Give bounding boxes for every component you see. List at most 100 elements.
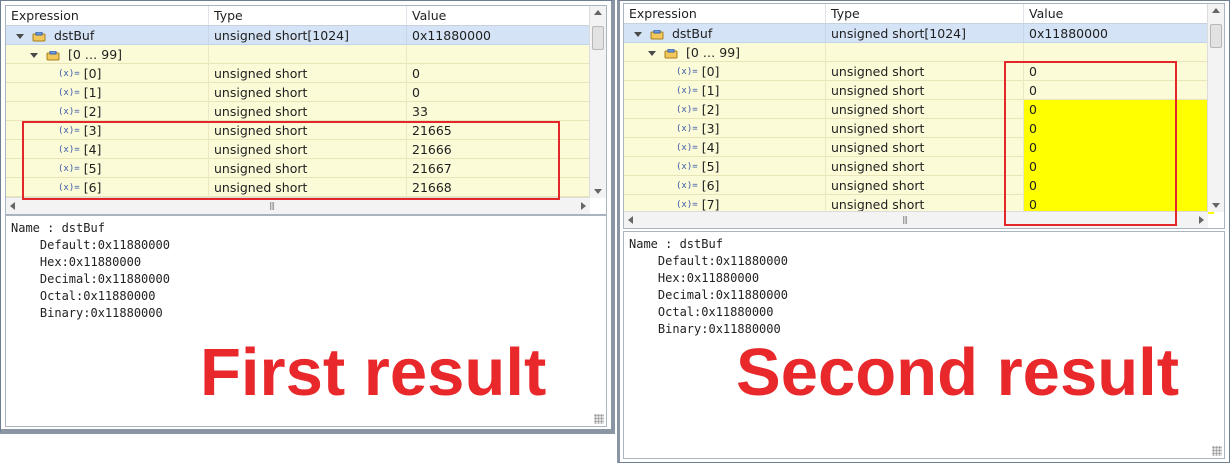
column-header: Expression Type Value — [624, 4, 1208, 24]
group-expression: [0 … 99] — [67, 47, 123, 62]
horizontal-scrollbar[interactable]: ||| — [6, 197, 590, 214]
item-value[interactable]: 0 — [1024, 176, 1214, 195]
tree-row-item[interactable]: (x)= [4] unsigned short 21666 — [6, 140, 590, 159]
item-expression: [6] — [701, 178, 720, 193]
details-text: Name : dstBuf Default:0x11880000 Hex:0x1… — [629, 237, 788, 336]
item-value[interactable]: 0 — [1024, 81, 1214, 100]
expand-arrow-icon[interactable] — [634, 32, 642, 37]
root-value[interactable]: 0x11880000 — [407, 26, 596, 45]
column-header: Expression Type Value — [6, 6, 590, 26]
expression-rows: dstBuf unsigned short[1024] 0x11880000 [… — [6, 26, 590, 197]
variable-icon: (x)= — [676, 67, 698, 77]
scroll-down-icon[interactable] — [594, 189, 602, 194]
structure-icon — [32, 31, 46, 41]
structure-icon — [664, 48, 678, 58]
variable-icon: (x)= — [676, 124, 698, 134]
scroll-up-icon[interactable] — [1212, 8, 1220, 13]
item-value[interactable]: 21665 — [407, 121, 596, 140]
tree-row-item[interactable]: (x)= [2] unsigned short 33 — [6, 102, 590, 121]
vertical-scrollbar[interactable] — [1207, 4, 1224, 212]
item-value[interactable]: 21667 — [407, 159, 596, 178]
variable-icon: (x)= — [676, 86, 698, 96]
item-value[interactable]: 0 — [407, 64, 596, 83]
vertical-scrollbar[interactable] — [589, 6, 606, 198]
item-type: unsigned short — [209, 64, 407, 83]
item-expression: [5] — [701, 159, 720, 174]
root-type: unsigned short[1024] — [826, 24, 1024, 43]
tree-row-item[interactable]: (x)= [0] unsigned short 0 — [624, 62, 1208, 81]
tree-row-item[interactable]: (x)= [6] unsigned short 0 — [624, 176, 1214, 195]
item-expression: [2] — [701, 102, 720, 117]
tree-row-item[interactable]: (x)= [1] unsigned short 0 — [624, 81, 1208, 100]
expand-arrow-icon[interactable] — [648, 51, 656, 56]
item-value[interactable]: 0 — [407, 83, 596, 102]
scroll-grip-icon[interactable]: ||| — [902, 215, 908, 224]
variable-icon: (x)= — [676, 105, 698, 115]
horizontal-scrollbar[interactable]: ||| — [624, 211, 1208, 228]
tree-row-item[interactable]: (x)= [4] unsigned short 0 — [624, 138, 1214, 157]
scroll-thumb[interactable] — [592, 26, 604, 50]
variable-icon: (x)= — [676, 162, 698, 172]
scroll-up-icon[interactable] — [594, 10, 602, 15]
tree-row-item[interactable]: (x)= [5] unsigned short 21667 — [6, 159, 590, 178]
item-expression: [4] — [83, 142, 102, 157]
tree-row-item[interactable]: (x)= [3] unsigned short 21665 — [6, 121, 590, 140]
tree-row-item[interactable]: (x)= [2] unsigned short 0 — [624, 100, 1214, 119]
column-header-value[interactable]: Value — [407, 6, 596, 25]
tree-row-group[interactable]: [0 … 99] — [624, 43, 1208, 62]
resize-grip-icon[interactable] — [594, 414, 604, 424]
variable-icon: (x)= — [676, 181, 698, 191]
item-type: unsigned short — [209, 159, 407, 178]
column-header-type[interactable]: Type — [209, 6, 407, 25]
root-type: unsigned short[1024] — [209, 26, 407, 45]
root-expression: dstBuf — [53, 28, 95, 43]
tree-row-item[interactable]: (x)= [0] unsigned short 0 — [6, 64, 590, 83]
item-expression: [3] — [701, 121, 720, 136]
item-value[interactable]: 0 — [1024, 62, 1214, 81]
scroll-thumb[interactable] — [1210, 24, 1222, 48]
tree-row-item[interactable]: (x)= [1] unsigned short 0 — [6, 83, 590, 102]
item-type: unsigned short — [826, 119, 1024, 138]
root-expression: dstBuf — [671, 26, 713, 41]
item-value[interactable]: 0 — [1024, 157, 1214, 176]
expressions-grid: Expression Type Value dstBuf unsigned sh… — [623, 3, 1225, 229]
item-expression: [2] — [83, 104, 102, 119]
scroll-left-icon[interactable] — [10, 202, 15, 210]
scroll-grip-icon[interactable]: ||| — [269, 201, 275, 210]
variable-icon: (x)= — [58, 183, 80, 193]
expression-rows: dstBuf unsigned short[1024] 0x11880000 [… — [624, 24, 1214, 214]
scroll-right-icon[interactable] — [1199, 216, 1204, 224]
scroll-right-icon[interactable] — [581, 202, 586, 210]
tree-row-item[interactable]: (x)= [5] unsigned short 0 — [624, 157, 1214, 176]
structure-icon — [650, 29, 664, 39]
resize-grip-icon[interactable] — [1212, 446, 1222, 456]
expand-arrow-icon[interactable] — [30, 53, 38, 58]
variable-icon: (x)= — [58, 69, 80, 79]
tree-row-item[interactable]: (x)= [6] unsigned short 21668 — [6, 178, 590, 197]
scroll-left-icon[interactable] — [628, 216, 633, 224]
item-expression: [5] — [83, 161, 102, 176]
item-value[interactable]: 21668 — [407, 178, 596, 197]
structure-icon — [46, 50, 60, 60]
tree-row-item[interactable]: (x)= [3] unsigned short 0 — [624, 119, 1214, 138]
column-header-type[interactable]: Type — [826, 4, 1024, 23]
details-text: Name : dstBuf Default:0x11880000 Hex:0x1… — [11, 221, 170, 320]
item-value[interactable]: 0 — [1024, 119, 1214, 138]
expand-arrow-icon[interactable] — [16, 34, 24, 39]
item-value[interactable]: 0 — [1024, 138, 1214, 157]
tree-row-root[interactable]: dstBuf unsigned short[1024] 0x11880000 — [624, 24, 1208, 43]
variable-icon: (x)= — [58, 126, 80, 136]
item-value[interactable]: 33 — [407, 102, 596, 121]
tree-row-group[interactable]: [0 … 99] — [6, 45, 590, 64]
column-header-expression[interactable]: Expression — [624, 4, 826, 23]
group-expression: [0 … 99] — [685, 45, 741, 60]
item-expression: [3] — [83, 123, 102, 138]
tree-row-root[interactable]: dstBuf unsigned short[1024] 0x11880000 — [6, 26, 590, 45]
column-header-expression[interactable]: Expression — [6, 6, 209, 25]
root-value[interactable]: 0x11880000 — [1024, 24, 1214, 43]
scroll-down-icon[interactable] — [1212, 203, 1220, 208]
item-value[interactable]: 0 — [1024, 100, 1214, 119]
caption-first-result: First result — [200, 335, 547, 410]
column-header-value[interactable]: Value — [1024, 4, 1214, 23]
item-value[interactable]: 21666 — [407, 140, 596, 159]
